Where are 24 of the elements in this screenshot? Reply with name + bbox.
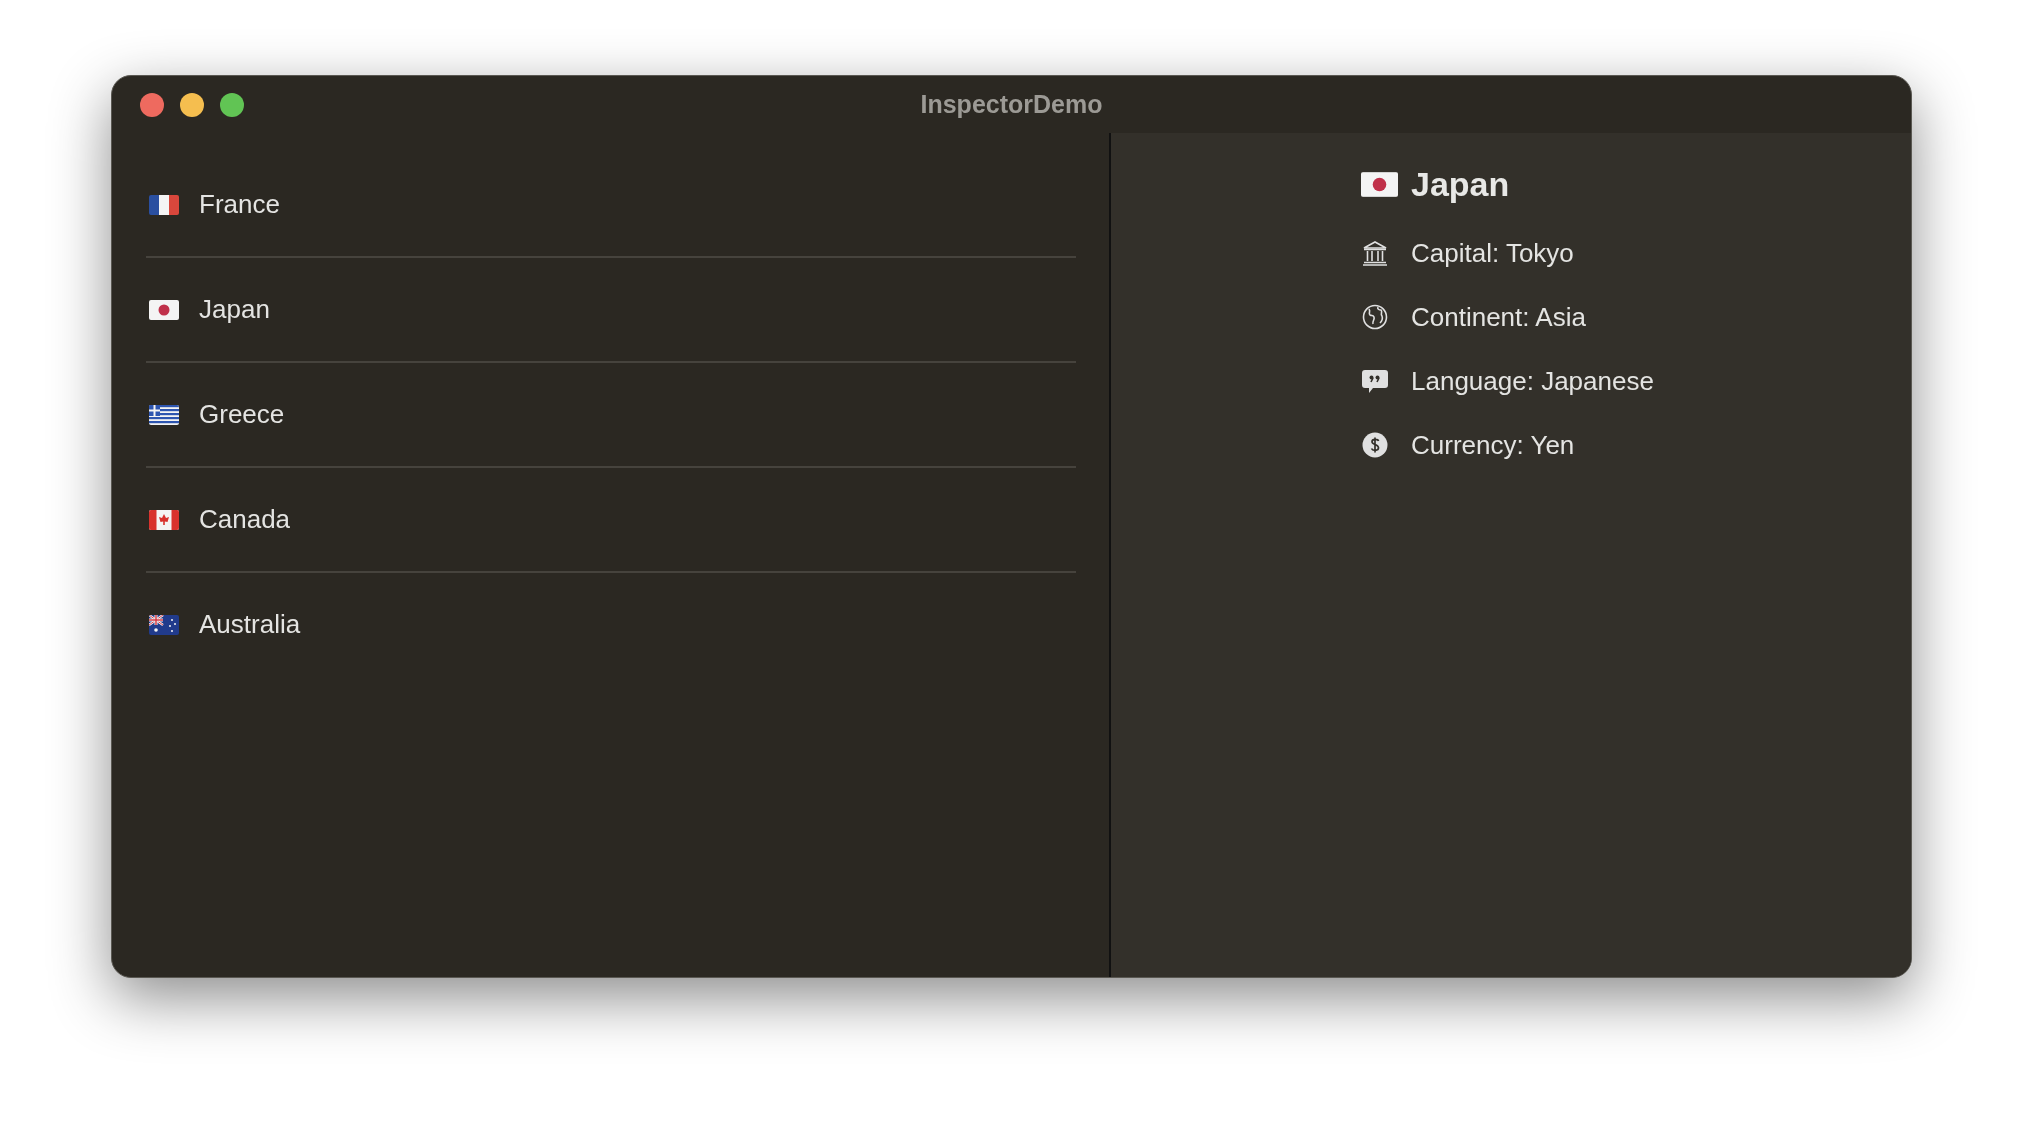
country-item[interactable]: Japan (199, 294, 270, 325)
minimize-button[interactable] (180, 92, 204, 117)
dollar-coin-icon (1361, 431, 1389, 459)
window-title: InspectorDemo (920, 90, 1103, 119)
country-item[interactable]: Australia (199, 609, 301, 640)
country-item[interactable]: France (199, 189, 280, 220)
flag-icon (149, 509, 179, 530)
fact-label: Language: Japanese (1411, 365, 1654, 397)
country-item[interactable]: Canada (199, 504, 291, 535)
fact-label: Capital: Tokyo (1411, 237, 1574, 269)
flag-icon (1361, 171, 1398, 197)
zoom-button[interactable] (220, 92, 244, 117)
country-title: Japan (1411, 164, 1510, 204)
fact-label: Continent: Asia (1411, 301, 1586, 333)
flag-icon (149, 299, 179, 320)
flag-icon (149, 404, 179, 425)
country-item[interactable]: Greece (199, 399, 285, 430)
globe-icon (1361, 303, 1389, 331)
quote-bubble-icon (1361, 367, 1389, 395)
close-button[interactable] (140, 92, 164, 117)
flag-icon (149, 614, 179, 635)
fact-label: Currency: Yen (1411, 429, 1575, 461)
bank-icon (1361, 239, 1389, 267)
flag-icon (149, 194, 179, 215)
